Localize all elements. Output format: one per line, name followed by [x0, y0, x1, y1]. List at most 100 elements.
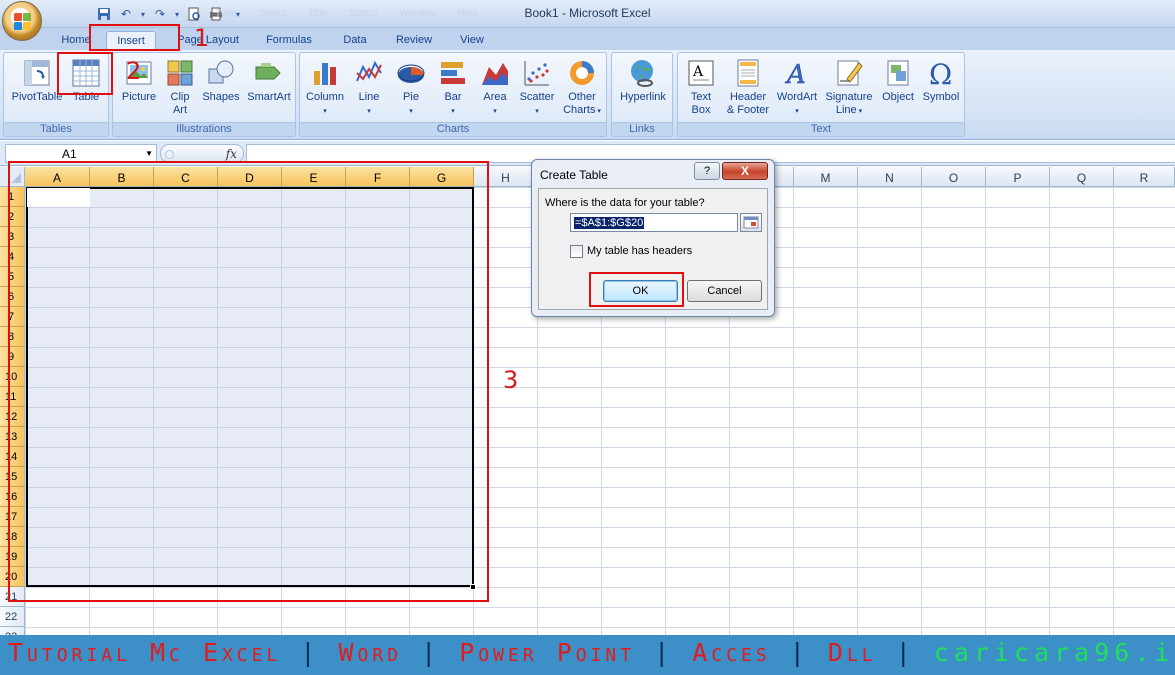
banner-separator: |	[789, 638, 809, 667]
object-button[interactable]: Object	[878, 57, 918, 104]
range-input[interactable]: =$A$1:$G$20	[570, 213, 738, 232]
annotation-box-range	[8, 161, 489, 602]
headers-checkbox[interactable]	[570, 245, 583, 258]
column-header[interactable]: O	[922, 167, 986, 187]
group-label-charts: Charts	[300, 122, 606, 136]
tab-formulas[interactable]: Formulas	[260, 31, 318, 50]
office-logo-icon	[14, 13, 32, 31]
help-button[interactable]: ?	[694, 162, 720, 180]
banner-separator: |	[421, 638, 441, 667]
column-header[interactable]: M	[794, 167, 858, 187]
clip-art-label-2: Art	[172, 104, 188, 116]
clip-art-button[interactable]: Clip Art	[163, 57, 197, 117]
pivottable-label: PivotTable	[11, 91, 63, 103]
banner-site: caricara96.id	[933, 638, 1175, 667]
tab-view[interactable]: View	[452, 31, 492, 50]
clip-art-icon	[167, 60, 193, 86]
column-label: Column	[306, 91, 344, 103]
scatter-label: Scatter	[519, 91, 555, 103]
annotation-box-ok-button	[589, 272, 684, 307]
clip-art-label-1: Clip	[170, 91, 190, 103]
scatter-chart-button[interactable]: Scatter ▾	[516, 57, 558, 118]
bar-label: Bar	[444, 91, 462, 103]
close-button[interactable]: X	[722, 162, 768, 180]
area-chart-button[interactable]: Area ▾	[476, 57, 514, 118]
signature-line-button[interactable]: Signature Line ▾	[822, 57, 876, 118]
dialog-title: Create Table	[540, 168, 608, 182]
annotation-step-1: 1	[194, 24, 210, 52]
pie-label: Pie	[403, 91, 419, 103]
group-label-tables: Tables	[4, 122, 108, 136]
bar-chart-icon	[441, 62, 465, 84]
expand-handle-icon[interactable]	[165, 150, 174, 159]
smartart-button[interactable]: SmartArt	[243, 57, 295, 104]
shapes-label: Shapes	[202, 91, 240, 103]
text-box-button[interactable]: A Text Box	[680, 57, 722, 117]
svg-text:Ω: Ω	[929, 58, 952, 89]
pivottable-icon	[24, 60, 50, 86]
office-button[interactable]	[2, 1, 42, 41]
headers-checkbox-label[interactable]: My table has headers	[587, 245, 692, 257]
symbol-button[interactable]: Ω Symbol	[920, 57, 962, 104]
pie-chart-button[interactable]: Pie ▾	[392, 57, 430, 118]
dropdown-icon: ▾	[493, 108, 497, 115]
dropdown-icon: ▾	[323, 108, 327, 115]
column-header[interactable]: Q	[1050, 167, 1114, 187]
range-question-label: Where is the data for your table?	[545, 197, 705, 209]
object-icon	[887, 60, 909, 86]
line-chart-button[interactable]: Line ▾	[350, 57, 388, 118]
range-input-value: =$A$1:$G$20	[574, 217, 645, 229]
header-footer-icon	[737, 59, 759, 87]
omega-icon: Ω	[929, 58, 952, 89]
cancel-button[interactable]: Cancel	[687, 280, 762, 302]
ribbon: PivotTable Table Tables Picture Clip Art…	[0, 50, 1175, 184]
dropdown-icon: ▾	[795, 108, 799, 115]
banner-part-excel: Tutorial Mc Excel	[8, 638, 282, 667]
symbol-label: Symbol	[922, 91, 960, 103]
tab-data[interactable]: Data	[336, 31, 374, 50]
other-charts-button[interactable]: Other Charts ▾	[560, 57, 604, 118]
annotation-step-3: 3	[503, 366, 519, 394]
tab-review[interactable]: Review	[390, 31, 438, 50]
smartart-label: SmartArt	[247, 91, 291, 103]
pie-chart-icon	[397, 64, 425, 83]
area-chart-icon	[482, 63, 508, 85]
window-title: Book1 - Microsoft Excel	[524, 6, 651, 20]
column-chart-icon	[314, 63, 336, 85]
collapse-range-icon	[743, 216, 759, 229]
banner-separator: |	[654, 638, 674, 667]
object-label: Object	[882, 91, 914, 103]
signature-line-icon	[837, 60, 863, 86]
dropdown-icon: ▾	[451, 108, 455, 115]
wordart-icon: A	[785, 60, 806, 89]
bar-chart-button[interactable]: Bar ▾	[434, 57, 472, 118]
column-header[interactable]: R	[1114, 167, 1175, 187]
column-header[interactable]: N	[858, 167, 922, 187]
banner-part-acces: Acces	[692, 638, 771, 667]
shapes-button[interactable]: Shapes	[199, 57, 243, 104]
column-chart-button[interactable]: Column ▾	[302, 57, 348, 118]
header-footer-button[interactable]: Header & Footer	[722, 57, 774, 117]
svg-text:A: A	[692, 64, 704, 80]
row-header[interactable]: 22	[0, 607, 25, 627]
header-footer-label-2: & Footer	[726, 104, 770, 116]
shapes-icon	[208, 60, 234, 84]
wordart-button[interactable]: A WordArt ▾	[774, 57, 820, 118]
text-box-icon: A	[688, 60, 714, 86]
signature-line-label-2: Line	[835, 104, 857, 116]
collapse-dialog-button[interactable]	[740, 213, 762, 232]
hyperlink-button[interactable]: Hyperlink	[614, 57, 672, 104]
line-chart-icon	[356, 60, 382, 82]
group-label-illustrations: Illustrations	[113, 122, 295, 136]
row-header[interactable]: 23	[0, 627, 25, 635]
text-box-label-2: Box	[691, 104, 711, 116]
column-header[interactable]: P	[986, 167, 1050, 187]
tutorial-banner: Tutorial Mc Excel | Word | Power Point |…	[0, 635, 1175, 675]
group-label-text: Text	[678, 122, 964, 136]
hyperlink-label: Hyperlink	[620, 91, 666, 103]
area-label: Area	[483, 91, 507, 103]
banner-text: Tutorial Mc Excel | Word | Power Point |…	[8, 638, 1175, 667]
chevron-down-icon[interactable]: ▼	[145, 149, 153, 158]
group-label-links: Links	[612, 122, 672, 136]
insert-function-icon[interactable]: fx	[226, 147, 237, 161]
